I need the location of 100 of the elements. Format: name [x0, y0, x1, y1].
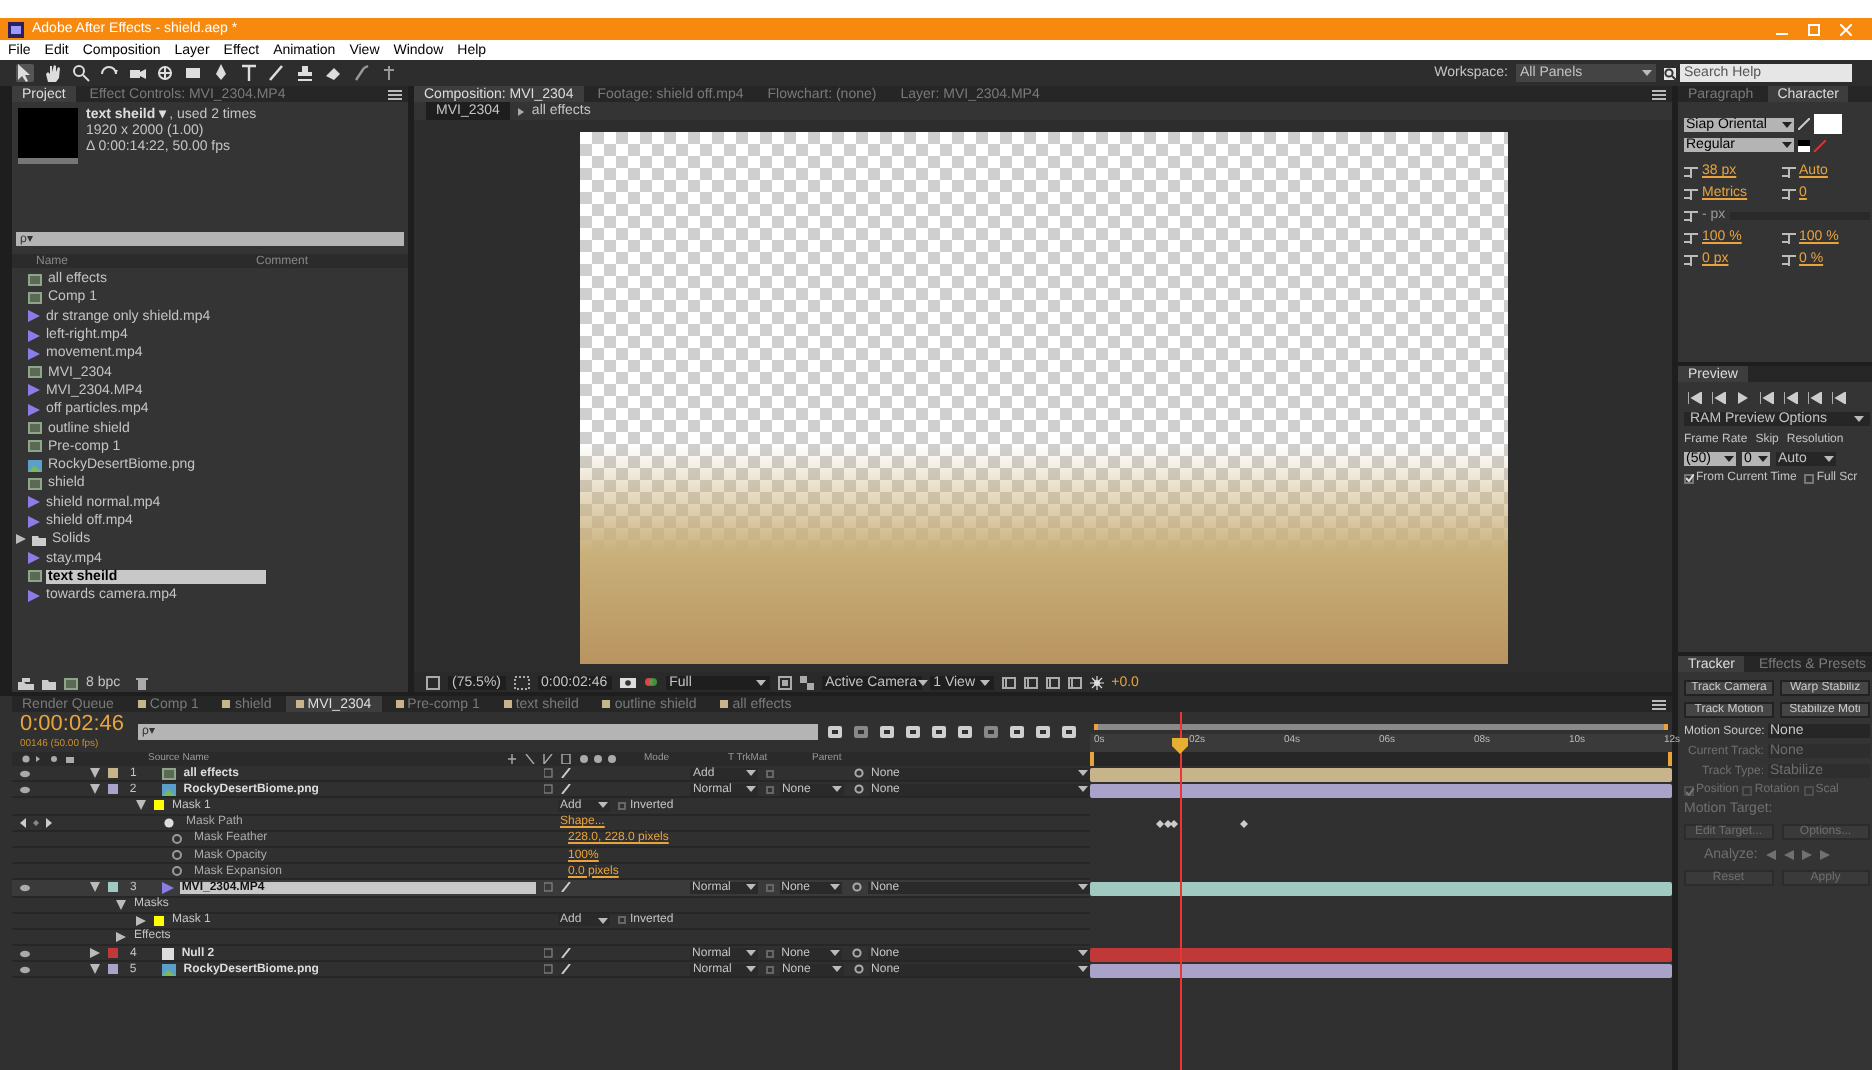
inverted-checkbox[interactable] [618, 916, 626, 925]
label-color-swatch[interactable] [108, 948, 118, 959]
panel-menu-icon[interactable] [1652, 699, 1666, 709]
preserve-transparency-checkbox[interactable] [765, 949, 774, 958]
layer-switches-icon[interactable] [544, 784, 577, 795]
selection-tool-icon[interactable] [16, 64, 34, 82]
new-folder-icon[interactable] [42, 677, 56, 689]
exposure-icon[interactable] [1089, 675, 1104, 689]
region-of-interest-icon[interactable] [777, 675, 792, 689]
expand-arrow-icon[interactable] [90, 768, 100, 779]
app-icon [8, 21, 24, 37]
caret-icon [1782, 142, 1792, 148]
panel-menu-icon[interactable] [388, 89, 402, 99]
current-time-indicator[interactable] [1180, 712, 1183, 1070]
layer-duration-bar[interactable] [1090, 783, 1672, 798]
preserve-transparency-checkbox[interactable] [766, 965, 774, 974]
composition-icon [28, 477, 42, 490]
expand-arrow-icon[interactable] [116, 931, 126, 942]
snapshot-icon[interactable] [619, 676, 636, 688]
text-metric-icon [1684, 187, 1698, 199]
step-forward-icon[interactable] [1801, 850, 1812, 860]
current-time-display[interactable]: 0:00:02:46 [20, 714, 124, 736]
caret-icon [598, 917, 608, 924]
caret-icon [598, 802, 608, 809]
expand-arrow-icon[interactable] [136, 915, 146, 926]
fill-color-swatch[interactable] [1814, 114, 1842, 134]
pick-whip-icon[interactable] [852, 882, 863, 893]
mask-color-swatch[interactable] [154, 800, 164, 811]
checkbox[interactable] [1684, 473, 1694, 483]
transparency-grid-icon[interactable] [799, 675, 814, 689]
hand-tool-icon[interactable] [44, 64, 62, 82]
caret-icon [1724, 456, 1734, 462]
layer-switches-icon[interactable] [543, 948, 576, 959]
brush-tool-icon[interactable] [268, 64, 286, 82]
mask-color-swatch[interactable] [154, 915, 164, 926]
first-frame-icon[interactable] [1688, 392, 1702, 404]
caret-icon [1854, 416, 1865, 422]
text-metric-icon [1684, 165, 1698, 177]
expand-arrow-icon[interactable] [16, 534, 26, 545]
solid-icon [161, 947, 174, 960]
layer-duration-bar[interactable] [1090, 881, 1672, 896]
layer-switches-icon[interactable] [544, 964, 577, 975]
previous-frame-icon[interactable] [1712, 392, 1726, 404]
caret-icon [979, 679, 990, 685]
expand-arrow-icon[interactable] [116, 899, 126, 910]
caret-icon [831, 786, 842, 793]
safe-margins-icon[interactable] [513, 675, 530, 689]
caret-icon [1758, 456, 1768, 462]
label-color-swatch[interactable] [108, 784, 118, 795]
composition-icon [28, 570, 42, 583]
preserve-transparency-checkbox[interactable] [766, 785, 774, 794]
analyze-backward-icon[interactable] [1765, 850, 1776, 860]
eraser-tool-icon[interactable] [324, 64, 342, 82]
expand-arrow-icon[interactable] [90, 948, 100, 959]
pan-behind-tool-icon[interactable] [156, 64, 174, 82]
expand-arrow-icon[interactable] [90, 882, 100, 893]
text-metric-icon [1684, 253, 1698, 265]
layer-duration-bar[interactable] [1090, 767, 1672, 782]
caret-icon [745, 884, 756, 891]
layer-switches-icon[interactable] [544, 768, 577, 779]
camera-tool-icon[interactable] [128, 64, 146, 82]
trash-icon[interactable] [136, 676, 149, 690]
keyframe-icon[interactable] [1240, 819, 1248, 828]
image-icon [28, 459, 42, 472]
layer-duration-bar[interactable] [1090, 963, 1672, 978]
image-icon [161, 963, 176, 976]
new-composition-icon[interactable] [64, 677, 78, 689]
preserve-transparency-checkbox[interactable] [766, 769, 774, 778]
label-color-swatch[interactable] [108, 768, 118, 779]
step-backward-icon[interactable] [1783, 850, 1794, 860]
layer-switches-icon[interactable] [543, 882, 576, 893]
label-color-swatch[interactable] [108, 964, 118, 975]
caret-icon [830, 884, 841, 891]
label-color-swatch[interactable] [108, 882, 118, 893]
zoom-tool-icon[interactable] [72, 64, 90, 82]
stroke-color-swatch-icon[interactable] [1798, 139, 1826, 151]
type-tool-icon[interactable] [240, 64, 258, 82]
caret-icon [1642, 70, 1652, 76]
composition-icon [28, 366, 42, 379]
checkmark-icon [1685, 474, 1693, 482]
text-metric-icon [1684, 209, 1698, 221]
toggle-pixel-aspect-icon[interactable] [1001, 675, 1016, 689]
expand-arrow-icon[interactable] [90, 784, 100, 795]
analyze-forward-icon[interactable] [1819, 850, 1830, 860]
preserve-transparency-checkbox[interactable] [765, 883, 774, 892]
rectangle-tool-icon[interactable] [184, 64, 202, 82]
caret-icon [917, 679, 928, 685]
visibility-eye-icon[interactable] [20, 883, 30, 892]
keyframe-navigator-icon[interactable] [20, 817, 52, 828]
checkbox[interactable] [1804, 473, 1815, 483]
panel-menu-icon[interactable] [1652, 89, 1666, 99]
expand-arrow-icon[interactable] [136, 800, 146, 811]
inverted-checkbox[interactable] [618, 801, 626, 810]
pen-tool-icon[interactable] [212, 64, 230, 82]
eyedropper-icon[interactable] [1798, 118, 1810, 130]
expand-arrow-icon[interactable] [90, 964, 100, 975]
stamp-tool-icon[interactable] [296, 64, 314, 82]
play-icon[interactable] [1736, 392, 1750, 404]
caret-icon [755, 679, 766, 685]
always-preview-icon[interactable] [426, 675, 440, 689]
